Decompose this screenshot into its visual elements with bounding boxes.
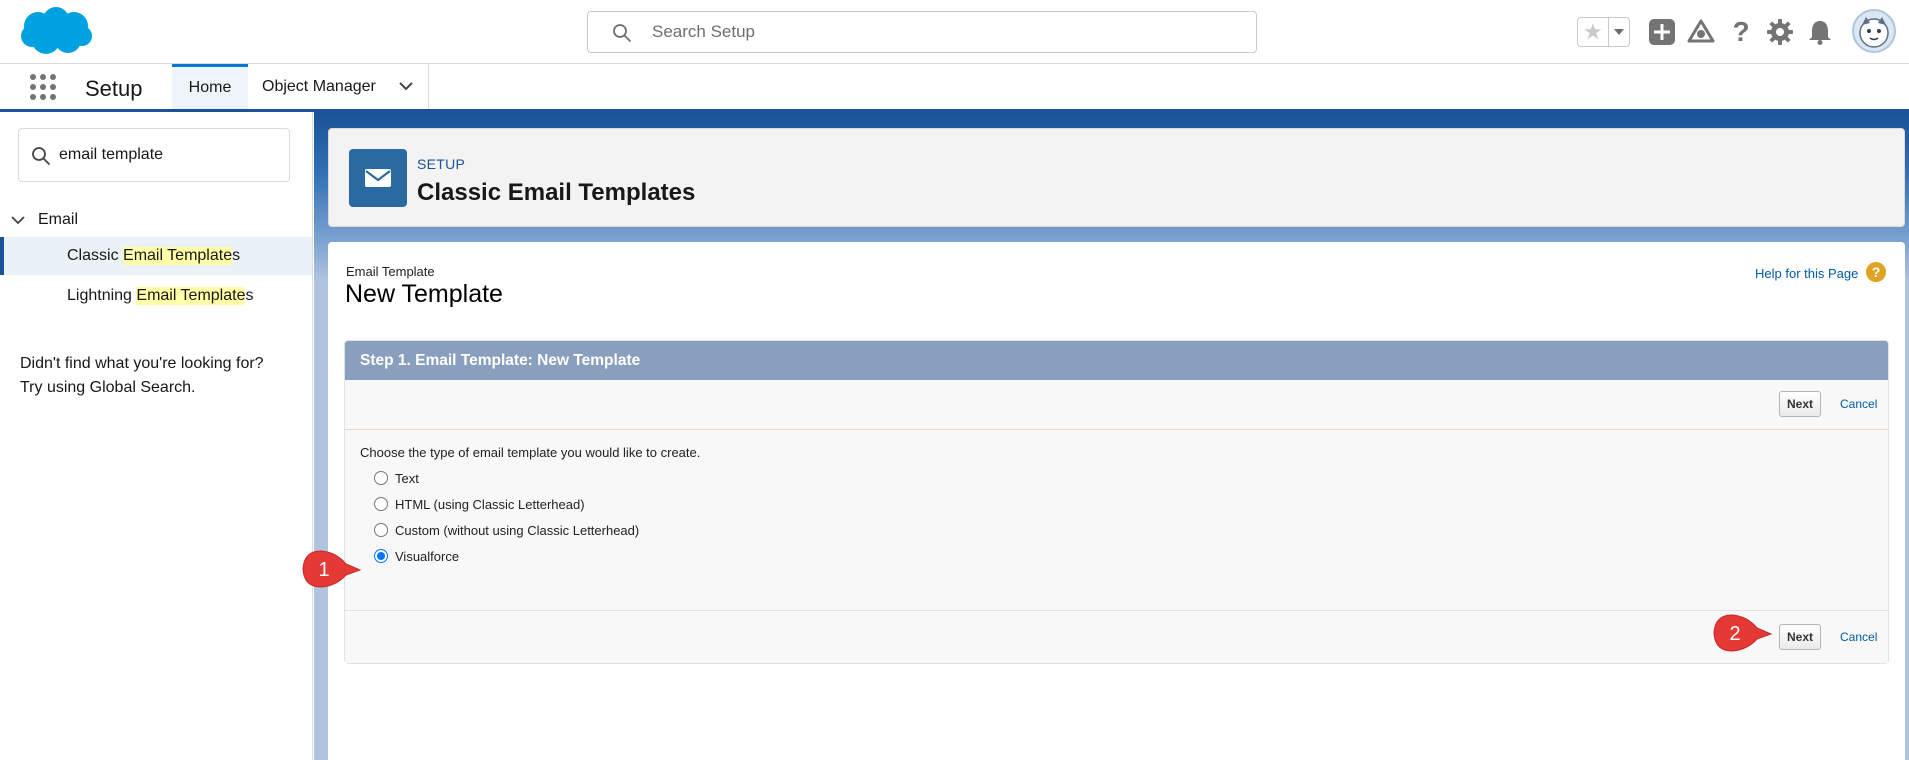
cancel-link-top[interactable]: Cancel	[1840, 397, 1877, 411]
setup-gear-icon[interactable]	[1766, 18, 1794, 46]
step-panel: Step 1. Email Template: New Template Nex…	[344, 340, 1889, 664]
search-icon	[613, 24, 631, 42]
quick-find-box[interactable]	[18, 128, 290, 182]
chevron-down-icon[interactable]	[398, 80, 414, 92]
option-visualforce[interactable]: Visualforce	[374, 546, 459, 566]
radio-visualforce[interactable]	[374, 549, 388, 563]
option-text[interactable]: Text	[374, 468, 419, 488]
email-icon	[349, 149, 407, 207]
tab-object-manager-label: Object Manager	[262, 77, 376, 95]
option-html[interactable]: HTML (using Classic Letterhead)	[374, 494, 585, 514]
trailhead-icon[interactable]	[1687, 18, 1715, 46]
next-button-bottom[interactable]: Next	[1779, 624, 1822, 650]
sidebar-item-classic-email-templates[interactable]: Classic Email Template s	[0, 237, 312, 275]
option-html-label: HTML (using Classic Letterhead)	[395, 496, 585, 512]
radio-html[interactable]	[374, 497, 388, 511]
sidebar-help-text: Didn't find what you're looking for? Try…	[20, 352, 300, 400]
radio-text[interactable]	[374, 471, 388, 485]
option-custom-label: Custom (without using Classic Letterhead…	[395, 522, 640, 538]
help-question-icon[interactable]: ?	[1727, 16, 1755, 47]
search-icon	[32, 147, 50, 165]
quick-find-input[interactable]	[59, 143, 279, 167]
nav-label-post: s	[232, 247, 241, 264]
tab-object-manager[interactable]: Object Manager	[248, 64, 429, 109]
chevron-down-icon[interactable]	[10, 214, 26, 226]
page-header: SETUP Classic Email Templates	[328, 128, 1905, 227]
next-button-top[interactable]: Next	[1779, 391, 1822, 417]
sidebar-help-line1: Didn't find what you're looking for?	[20, 355, 264, 372]
step-header: Step 1. Email Template: New Template	[345, 341, 1888, 380]
option-visualforce-label: Visualforce	[395, 548, 460, 564]
notifications-bell-icon[interactable]	[1806, 18, 1834, 46]
tree-node-email-label: Email	[38, 211, 79, 228]
callout-marker-1: 1	[302, 550, 362, 588]
bottom-button-bar: Next Cancel	[345, 610, 1888, 663]
option-text-label: Text	[395, 470, 419, 486]
tree-node-email[interactable]: Email	[10, 208, 78, 232]
nav-label-highlight: Email Template	[136, 287, 246, 305]
callout-number-1: 1	[318, 559, 329, 581]
page-header-subtitle: SETUP	[417, 156, 466, 172]
sidebar-item-lightning-email-templates[interactable]: Lightning Email Template s	[0, 277, 312, 315]
favorites-dropdown-icon[interactable]	[1607, 18, 1629, 46]
help-for-this-page-link[interactable]: Help for this Page	[1755, 266, 1858, 281]
nav-label-highlight: Email Template	[123, 247, 233, 265]
callout-marker-2: 2	[1713, 614, 1773, 652]
global-header: ★ ?	[0, 0, 1909, 64]
global-search-input[interactable]	[652, 20, 1232, 44]
template-type-section: Choose the type of email template you wo…	[345, 431, 1888, 610]
page-subtitle: New Template	[345, 280, 503, 308]
nav-label-pre: Lightning	[67, 287, 137, 304]
instruction-text: Choose the type of email template you wo…	[360, 445, 701, 460]
callout-number-2: 2	[1729, 623, 1740, 645]
tab-home[interactable]: Home	[172, 64, 248, 109]
top-button-bar: Next Cancel	[345, 380, 1888, 430]
salesforce-logo-icon[interactable]	[18, 6, 94, 58]
app-launcher-icon[interactable]	[28, 72, 58, 102]
page-type-label: Email Template	[346, 264, 435, 279]
page-title: Classic Email Templates	[417, 179, 696, 206]
nav-label-post: s	[245, 287, 254, 304]
cancel-link-bottom[interactable]: Cancel	[1840, 630, 1877, 644]
help-icon[interactable]: ?	[1866, 262, 1886, 282]
radio-custom[interactable]	[374, 523, 388, 537]
favorites-group: ★	[1577, 17, 1630, 47]
sidebar-help-line2: Try using Global Search.	[20, 379, 196, 396]
context-bar: Setup Home Object Manager	[0, 64, 1909, 112]
content-card: Email Template New Template Help for thi…	[328, 242, 1905, 760]
favorites-star-icon[interactable]: ★	[1578, 18, 1608, 46]
user-avatar[interactable]	[1852, 9, 1896, 53]
avatar-astro-icon	[1859, 17, 1889, 48]
setup-sidebar: Email Classic Email Templates Lightning …	[0, 112, 313, 760]
option-custom[interactable]: Custom (without using Classic Letterhead…	[374, 520, 639, 540]
app-name: Setup	[85, 76, 143, 101]
global-actions-add-icon[interactable]	[1648, 18, 1676, 46]
global-search-box[interactable]	[587, 11, 1257, 53]
nav-label-pre: Classic	[67, 247, 124, 264]
